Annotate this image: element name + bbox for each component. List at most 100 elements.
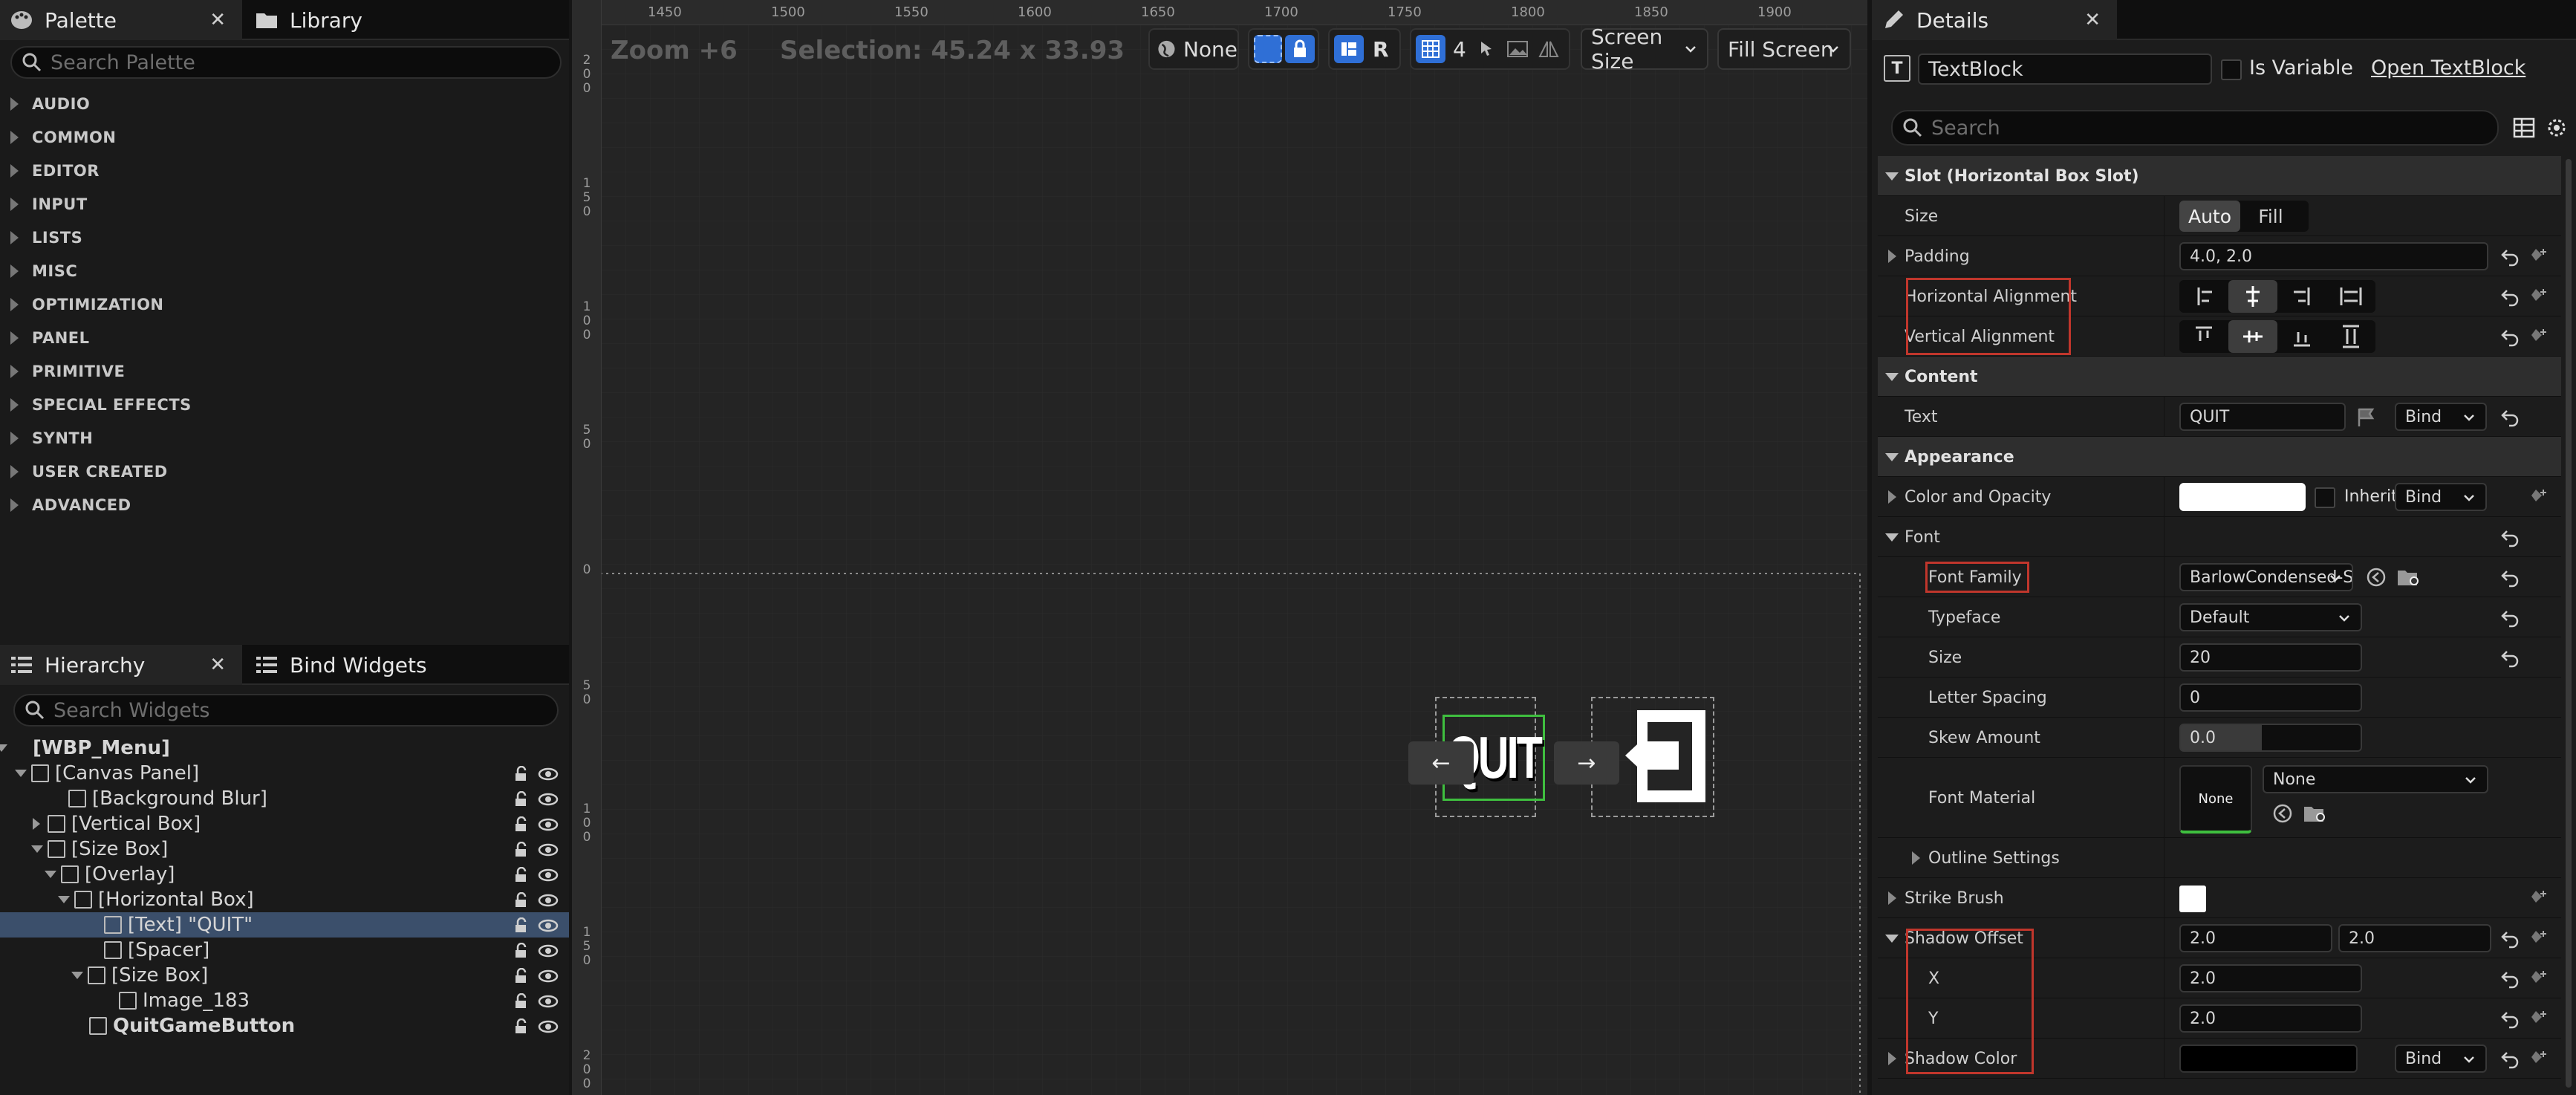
designer-viewport[interactable]: 1450 1500 1550 1600 1650 1700 1750 1800 1850 1900… <box>572 0 1867 1095</box>
palette-category-10[interactable]: SYNTH <box>0 422 569 455</box>
flag-icon[interactable] <box>2355 406 2377 428</box>
valign-center-icon[interactable] <box>2228 320 2277 353</box>
size-fill-button[interactable]: Fill <box>2240 201 2301 232</box>
tree-item[interactable]: Image_183 <box>0 988 569 1013</box>
tab-details[interactable]: Details ✕ <box>1872 0 2117 40</box>
collapse-triangle-icon[interactable] <box>0 744 7 752</box>
content-section-header[interactable]: Content <box>1878 357 2561 397</box>
eye-icon[interactable] <box>538 892 559 909</box>
screen-size-dropdown[interactable]: Screen Size <box>1581 25 1708 74</box>
lock-icon[interactable] <box>513 867 530 883</box>
tree-item[interactable]: [WBP_Menu] <box>0 735 569 761</box>
shadow-bind-dropdown[interactable]: Bind <box>2395 1044 2487 1073</box>
add-keyframe-icon[interactable] <box>2528 928 2549 949</box>
palette-category-8[interactable]: PRIMITIVE <box>0 355 569 388</box>
lock-icon[interactable] <box>513 968 530 984</box>
shadow-offset-x-field[interactable]: 2.0 <box>2179 924 2332 952</box>
add-keyframe-icon[interactable] <box>2528 1008 2549 1029</box>
expand-triangle-icon[interactable] <box>1885 533 1899 542</box>
lock-icon[interactable] <box>513 766 530 782</box>
reset-to-default-icon[interactable] <box>2500 1048 2521 1069</box>
expand-triangle-icon[interactable] <box>1888 891 1896 905</box>
eye-icon[interactable] <box>538 842 559 858</box>
font-material-thumbnail[interactable]: None <box>2179 765 2252 834</box>
use-selected-asset-icon[interactable] <box>2365 566 2387 588</box>
tab-library[interactable]: Library <box>245 0 416 40</box>
palette-category-4[interactable]: LISTS <box>0 221 569 254</box>
tree-item[interactable]: [Canvas Panel] <box>0 761 569 786</box>
reset-to-default-icon[interactable] <box>2500 1008 2521 1029</box>
palette-category-1[interactable]: COMMON <box>0 121 569 154</box>
reset-to-default-icon[interactable] <box>2500 527 2521 548</box>
lock-icon[interactable] <box>513 1018 530 1035</box>
valign-bottom-icon[interactable] <box>2277 320 2326 353</box>
align-center-icon[interactable] <box>2228 280 2277 313</box>
lock-icon[interactable] <box>513 917 530 934</box>
tree-item[interactable]: QuitGameButton <box>0 1013 569 1039</box>
font-size-field[interactable]: 20 <box>2179 643 2362 672</box>
skew-amount-field[interactable]: 0.0 <box>2179 724 2362 752</box>
collapse-triangle-icon[interactable] <box>71 972 83 979</box>
palette-category-3[interactable]: INPUT <box>0 188 569 221</box>
reset-to-default-icon[interactable] <box>2500 326 2521 347</box>
expand-triangle-icon[interactable] <box>33 818 40 830</box>
reset-to-default-icon[interactable] <box>2500 928 2521 949</box>
shadow-offset-y-field[interactable]: 2.0 <box>2338 924 2491 952</box>
expand-triangle-icon[interactable] <box>1885 935 1899 943</box>
align-fill-icon[interactable] <box>2326 280 2375 313</box>
slot-section-header[interactable]: Slot (Horizontal Box Slot) <box>1878 156 2561 196</box>
lock-icon[interactable] <box>513 943 530 959</box>
tree-item[interactable]: [Background Blur] <box>0 786 569 811</box>
horizontal-alignment-buttons[interactable] <box>2179 280 2375 313</box>
close-icon[interactable]: ✕ <box>209 654 226 676</box>
tree-item[interactable]: [Text] "QUIT" <box>0 912 569 938</box>
expand-triangle-icon[interactable] <box>1888 250 1896 263</box>
collapse-triangle-icon[interactable] <box>15 770 27 777</box>
reset-to-default-icon[interactable] <box>2500 286 2521 307</box>
palette-category-12[interactable]: ADVANCED <box>0 489 569 521</box>
lock-icon[interactable] <box>513 816 530 833</box>
widget-name-field[interactable]: TextBlock <box>1918 53 2212 85</box>
strike-brush-swatch[interactable] <box>2179 886 2206 912</box>
add-keyframe-icon[interactable] <box>2528 246 2549 267</box>
reset-to-default-icon[interactable] <box>2500 567 2521 588</box>
expand-triangle-icon[interactable] <box>1912 851 1920 865</box>
lock-icon[interactable] <box>513 791 530 808</box>
shadow-color-swatch[interactable] <box>2179 1044 2358 1073</box>
eye-icon[interactable] <box>538 1018 559 1035</box>
exit-icon[interactable] <box>1609 706 1710 808</box>
vertical-alignment-buttons[interactable] <box>2179 320 2375 353</box>
hierarchy-search-input[interactable]: Search Widgets <box>13 694 559 727</box>
collapse-triangle-icon[interactable] <box>31 845 43 853</box>
move-left-button[interactable]: ← <box>1408 741 1474 784</box>
eye-icon[interactable] <box>538 867 559 883</box>
expand-triangle-icon[interactable] <box>1888 490 1896 504</box>
tree-item[interactable]: [Horizontal Box] <box>0 887 569 912</box>
grid-snap-toolbar[interactable]: 4 <box>1410 28 1570 70</box>
eye-icon[interactable] <box>538 968 559 984</box>
grid-snap-value[interactable]: 4 <box>1453 37 1466 62</box>
add-keyframe-icon[interactable] <box>2528 1048 2549 1069</box>
tree-item[interactable]: [Size Box] <box>0 836 569 862</box>
collapse-triangle-icon[interactable] <box>45 871 56 878</box>
palette-search-input[interactable]: Search Palette <box>10 46 562 79</box>
tree-item[interactable]: [Overlay] <box>0 862 569 887</box>
typeface-dropdown[interactable]: Default <box>2179 603 2362 631</box>
x-field[interactable]: 2.0 <box>2179 964 2362 992</box>
add-keyframe-icon[interactable] <box>2528 286 2549 307</box>
close-icon[interactable]: ✕ <box>2084 9 2101 31</box>
eye-icon[interactable] <box>538 917 559 934</box>
cursor-icon[interactable] <box>1477 39 1496 59</box>
localization-preview-button[interactable]: None <box>1148 28 1239 70</box>
tab-palette[interactable]: Palette ✕ <box>0 0 242 40</box>
tree-item[interactable]: [Spacer] <box>0 938 569 963</box>
align-left-icon[interactable] <box>2179 280 2228 313</box>
add-keyframe-icon[interactable] <box>2528 968 2549 989</box>
color-swatch-white[interactable] <box>2179 483 2306 511</box>
font-family-dropdown[interactable]: BarlowCondensed-Semi <box>2179 563 2353 591</box>
close-icon[interactable]: ✕ <box>209 9 226 31</box>
letter-spacing-field[interactable]: 0 <box>2179 683 2362 712</box>
fill-screen-dropdown[interactable]: Fill Screen <box>1717 28 1851 70</box>
eye-icon[interactable] <box>538 816 559 833</box>
layout-toggle[interactable]: R <box>1328 28 1401 70</box>
